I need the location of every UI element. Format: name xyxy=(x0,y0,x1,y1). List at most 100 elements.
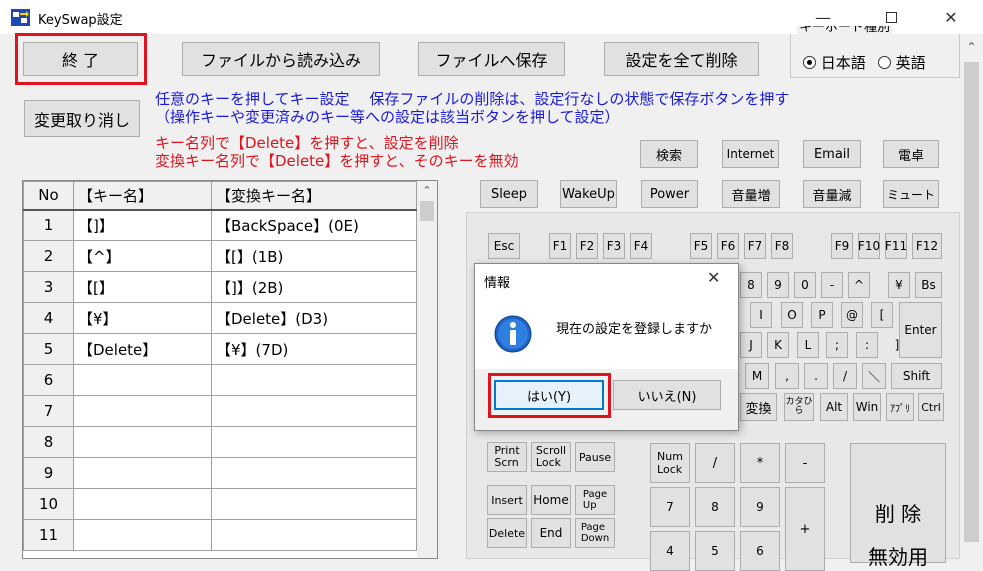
key-num-4[interactable]: 4 xyxy=(650,531,690,571)
key-f7[interactable]: F7 xyxy=(744,233,766,259)
key-sleep[interactable]: Sleep xyxy=(480,180,538,208)
key-page-up[interactable]: Page Up xyxy=(575,485,615,515)
key-0[interactable]: 0 xyxy=(794,272,816,298)
key-f5[interactable]: F5 xyxy=(690,233,712,259)
key-f2[interactable]: F2 xyxy=(576,233,598,259)
key-bracket-open[interactable]: [ xyxy=(871,302,893,328)
key-end[interactable]: End xyxy=(531,518,571,548)
row-no[interactable]: 9 xyxy=(23,457,74,489)
key-comma[interactable]: , xyxy=(775,363,799,389)
key-semicolon[interactable]: ; xyxy=(826,332,848,358)
table-row[interactable]: 3 【[】 【]】(2B) xyxy=(23,271,417,303)
table-row[interactable]: 4 【¥】 【Delete】(D3) xyxy=(23,302,417,334)
close-button[interactable]: ✕ xyxy=(928,0,974,34)
key-num-multiply[interactable]: * xyxy=(740,443,780,483)
dialog-close-button[interactable]: ✕ xyxy=(707,268,720,287)
key-8[interactable]: 8 xyxy=(740,272,762,298)
key-f11[interactable]: F11 xyxy=(885,233,907,259)
key-ctrl[interactable]: Ctrl xyxy=(918,393,944,421)
key-f8[interactable]: F8 xyxy=(771,233,793,259)
key-win[interactable]: Win xyxy=(853,393,881,421)
row-no[interactable]: 10 xyxy=(23,488,74,520)
key-k[interactable]: K xyxy=(767,332,789,358)
row-no[interactable]: 7 xyxy=(23,395,74,427)
key-numlock[interactable]: Num Lock xyxy=(650,443,690,483)
row-key-name[interactable] xyxy=(73,488,212,520)
key-page-down[interactable]: Page Down xyxy=(575,518,615,548)
row-convert-key-name[interactable] xyxy=(211,395,417,427)
key-p[interactable]: P xyxy=(811,302,833,328)
key-f6[interactable]: F6 xyxy=(717,233,739,259)
table-row[interactable]: 9 xyxy=(23,457,417,489)
key-mute[interactable]: ミュート xyxy=(883,180,939,208)
row-key-name[interactable] xyxy=(73,519,212,551)
window-scrollbar[interactable]: ⌃ xyxy=(960,34,983,559)
key-num-plus[interactable]: + xyxy=(785,487,825,571)
save-file-button[interactable]: ファイルへ保存 xyxy=(418,42,565,76)
key-henkan[interactable]: 変換 xyxy=(740,393,777,421)
col-convert-header[interactable]: 【変換キー名】 xyxy=(211,181,417,211)
row-no[interactable]: 3 xyxy=(23,271,74,303)
key-num-divide[interactable]: / xyxy=(695,443,735,483)
col-no-header[interactable]: No xyxy=(23,181,74,211)
key-num-minus[interactable]: - xyxy=(785,443,825,483)
key-at[interactable]: @ xyxy=(841,302,863,328)
key-num-6[interactable]: 6 xyxy=(740,531,780,571)
delete-all-button[interactable]: 設定を全て削除 xyxy=(604,42,759,76)
row-key-name[interactable] xyxy=(73,395,212,427)
col-key-header[interactable]: 【キー名】 xyxy=(73,181,212,211)
key-o[interactable]: O xyxy=(781,302,803,328)
row-key-name[interactable] xyxy=(73,364,212,396)
key-f1[interactable]: F1 xyxy=(549,233,571,259)
row-key-name[interactable]: 【¥】 xyxy=(73,302,212,334)
key-app[interactable]: ｱﾌﾟﾘ xyxy=(886,393,914,421)
key-f12[interactable]: F12 xyxy=(912,233,942,259)
row-convert-key-name[interactable]: 【¥】(7D) xyxy=(211,333,417,365)
key-colon[interactable]: : xyxy=(856,332,878,358)
table-scrollbar[interactable]: ⌃ xyxy=(417,181,437,558)
key-num-8[interactable]: 8 xyxy=(695,487,735,527)
key-search[interactable]: 検索 xyxy=(640,140,698,168)
table-row[interactable]: 6 xyxy=(23,364,417,396)
row-no[interactable]: 8 xyxy=(23,426,74,458)
key-alt[interactable]: Alt xyxy=(820,393,848,421)
key-num-7[interactable]: 7 xyxy=(650,487,690,527)
row-no[interactable]: 11 xyxy=(23,519,74,551)
load-file-button[interactable]: ファイルから読み込み xyxy=(182,42,380,76)
key-f10[interactable]: F10 xyxy=(858,233,880,259)
undo-button[interactable]: 変更取り消し xyxy=(24,100,140,137)
key-volume-up[interactable]: 音量増 xyxy=(722,180,780,208)
row-no[interactable]: 2 xyxy=(23,240,74,272)
key-internet[interactable]: Internet xyxy=(722,140,779,168)
row-convert-key-name[interactable] xyxy=(211,519,417,551)
table-row[interactable]: 8 xyxy=(23,426,417,458)
row-convert-key-name[interactable] xyxy=(211,426,417,458)
key-minus[interactable]: - xyxy=(821,272,843,298)
key-home[interactable]: Home xyxy=(531,485,571,515)
delete-disable-button[interactable]: 削 除 無効用 xyxy=(850,443,946,569)
row-key-name[interactable]: 【[】 xyxy=(73,271,212,303)
row-no[interactable]: 4 xyxy=(23,302,74,334)
key-shift[interactable]: Shift xyxy=(891,363,942,389)
row-key-name[interactable] xyxy=(73,457,212,489)
row-convert-key-name[interactable]: 【BackSpace】(0E) xyxy=(211,209,417,241)
table-row[interactable]: 7 xyxy=(23,395,417,427)
row-convert-key-name[interactable]: 【[】(1B) xyxy=(211,240,417,272)
key-caret[interactable]: ^ xyxy=(848,272,870,298)
key-m[interactable]: M xyxy=(745,363,769,389)
key-period[interactable]: . xyxy=(804,363,828,389)
radio-english[interactable]: 英語 xyxy=(877,52,926,73)
exit-button[interactable]: 終 了 xyxy=(23,42,138,76)
key-yen[interactable]: ¥ xyxy=(888,272,910,298)
row-convert-key-name[interactable] xyxy=(211,364,417,396)
key-katakana-hiragana[interactable]: カタひら xyxy=(784,393,814,421)
row-key-name[interactable]: 【]】 xyxy=(73,209,212,241)
key-f4[interactable]: F4 xyxy=(630,233,652,259)
yes-button[interactable]: はい(Y) xyxy=(494,380,604,410)
key-power[interactable]: Power xyxy=(641,180,698,208)
key-print-screen[interactable]: Print Scrn xyxy=(487,442,527,472)
key-backspace[interactable]: Bs xyxy=(915,272,942,298)
key-f9[interactable]: F9 xyxy=(831,233,853,259)
key-calculator[interactable]: 電卓 xyxy=(883,140,939,168)
key-scroll-lock[interactable]: Scroll Lock xyxy=(531,442,571,472)
